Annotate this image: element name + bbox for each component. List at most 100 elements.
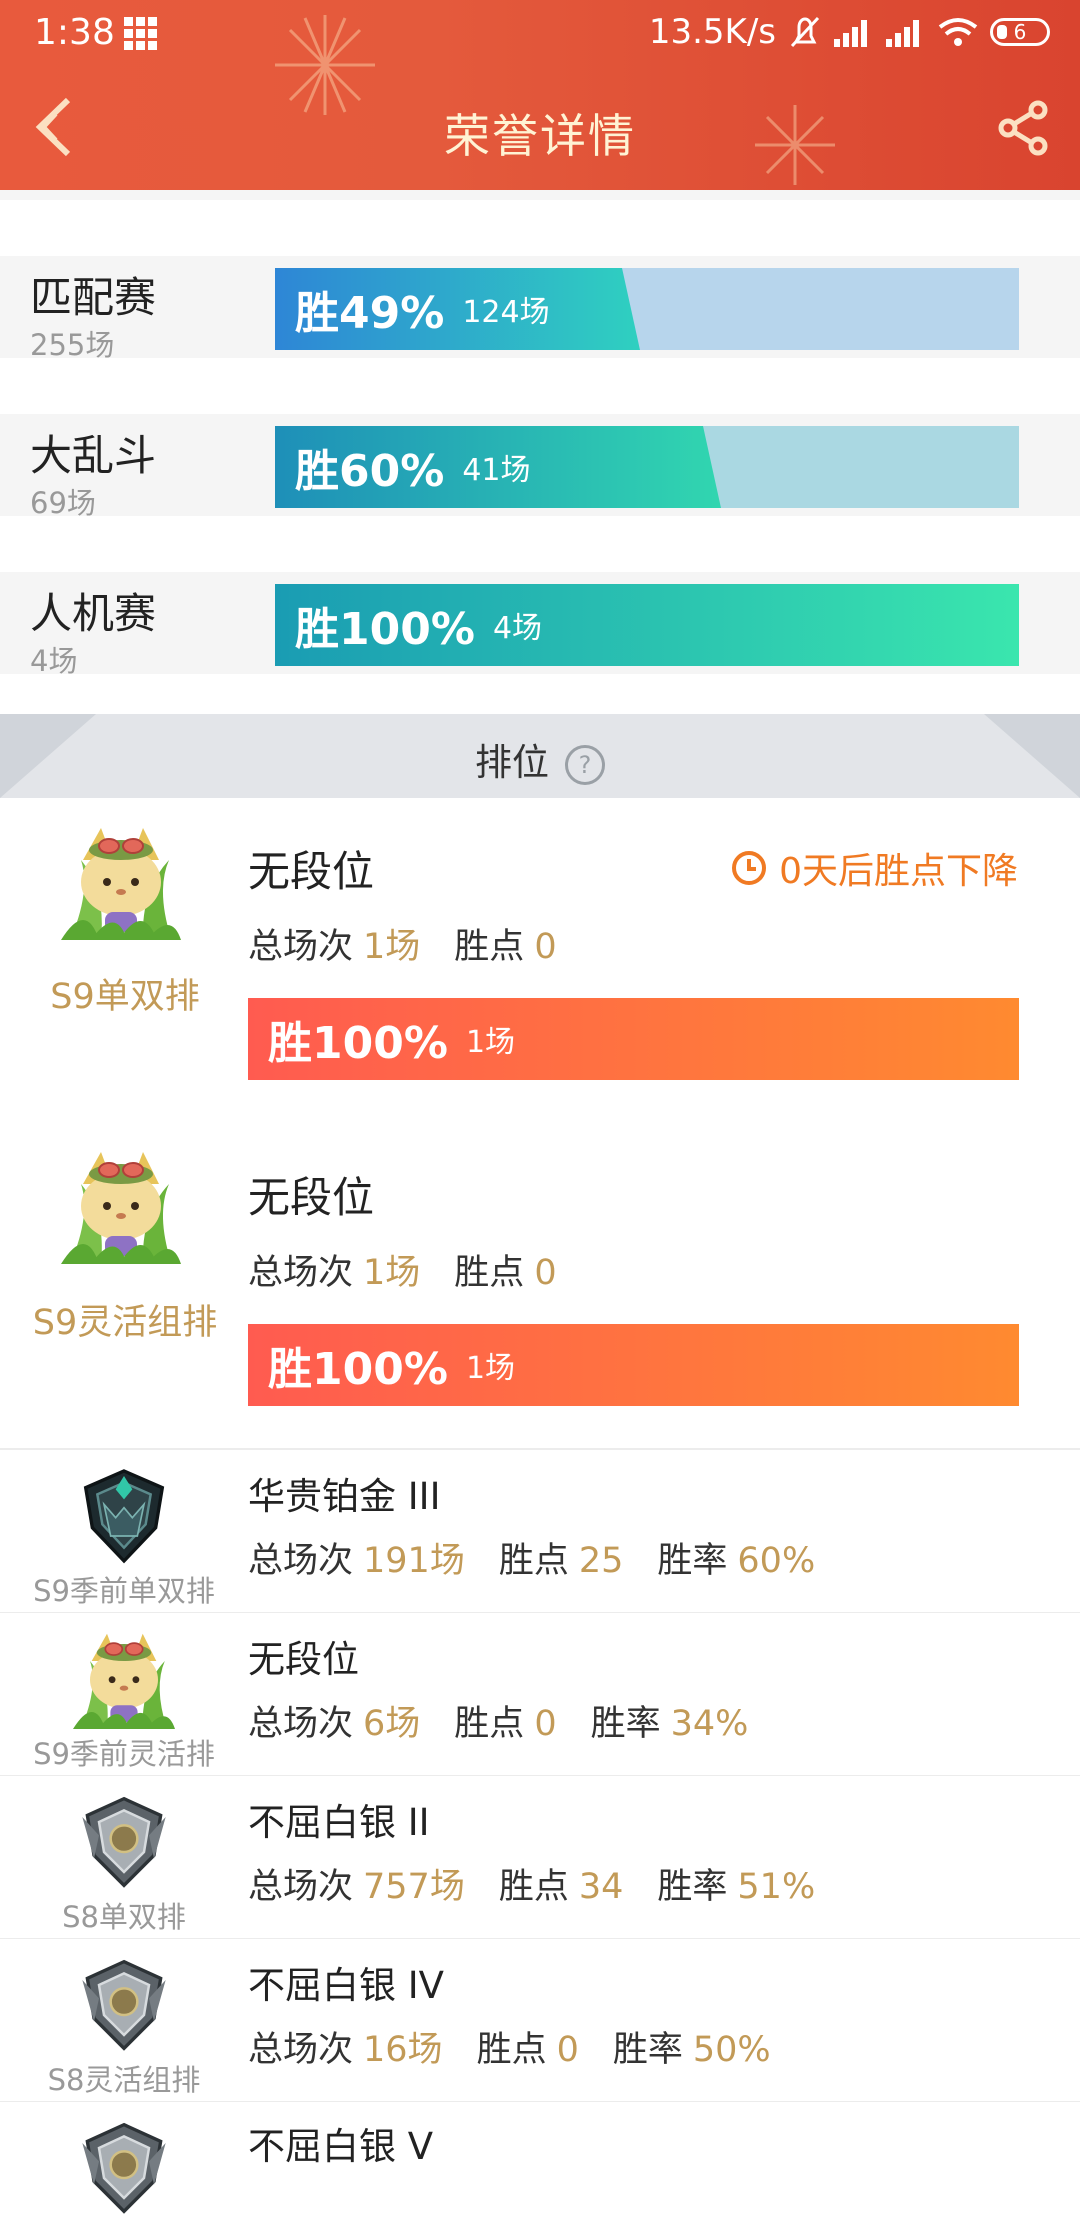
lp-label: 胜点 xyxy=(454,1704,525,1744)
lp-value: 0 xyxy=(556,2030,579,2070)
games-label: 总场次 xyxy=(248,1867,354,1907)
win-rate-bar: 胜100% 4场 xyxy=(275,584,1019,666)
share-icon[interactable] xyxy=(994,98,1054,158)
games-label: 总场次 xyxy=(248,1253,354,1293)
rate-label: 胜率 xyxy=(657,1541,728,1581)
rate-value: 51% xyxy=(737,1867,816,1907)
silver-emblem-icon xyxy=(80,1796,168,1888)
rate-value: 34% xyxy=(670,1704,749,1744)
clock-icon xyxy=(732,851,767,885)
ranked-row[interactable]: S9季前灵活排 无段位 总场次 6场 胜点 0 胜率 34% xyxy=(0,1613,1080,1777)
lp-value: 0 xyxy=(534,1253,557,1293)
win-percent: 胜49% xyxy=(295,288,445,339)
win-percent: 胜100% xyxy=(295,604,475,655)
games-value: 757场 xyxy=(363,1867,465,1907)
queue-name: S8灵活组排 xyxy=(47,2063,201,2097)
win-percent: 胜100% xyxy=(268,1344,448,1395)
status-indicators: 13.5K/s 6 xyxy=(649,12,1050,52)
signal-icon-2 xyxy=(886,20,919,47)
stats-line: 总场次 1场 胜点 0 xyxy=(248,918,591,969)
queue-name: S9季前单双排 xyxy=(33,1574,215,1608)
ranked-row[interactable]: S8灵活组排 不屈白银 IV 总场次 16场 胜点 0 胜率 50% xyxy=(0,1939,1080,2103)
mode-name: 人机赛 xyxy=(30,589,157,638)
mode-row-bots[interactable]: 人机赛 4场 胜100% 4场 xyxy=(0,572,1080,678)
games-label: 总场次 xyxy=(248,1704,354,1744)
status-time: 1:38 xyxy=(34,12,115,53)
stats-line: 总场次 16场 胜点 0 胜率 50% xyxy=(248,2021,805,2072)
lp-value: 25 xyxy=(578,1541,624,1581)
win-rate-bar: 胜49% 124场 xyxy=(275,268,1019,350)
games-value: 1场 xyxy=(363,927,421,967)
win-games: 1场 xyxy=(465,1351,516,1386)
win-percent: 胜60% xyxy=(295,446,445,497)
win-games: 1场 xyxy=(465,1025,516,1060)
rate-value: 50% xyxy=(692,2030,771,2070)
mode-count: 4场 xyxy=(30,644,78,678)
rank-emblem-icon xyxy=(60,1151,182,1264)
lp-label: 胜点 xyxy=(476,2030,547,2070)
win-games: 4场 xyxy=(492,611,543,646)
queue-name: S8单双排 xyxy=(62,1900,186,1934)
mode-count: 69场 xyxy=(30,486,96,520)
ranked-card-solo[interactable]: S9单双排 无段位 0天后胜点下降 总场次 1场 胜点 0 胜100% 1场 xyxy=(0,798,1080,1124)
lp-label: 胜点 xyxy=(498,1541,569,1581)
app-header: 1:38 13.5K/s 6 荣誉详情 xyxy=(0,0,1080,190)
games-label: 总场次 xyxy=(248,927,354,967)
wifi-icon xyxy=(938,18,978,46)
stats-line: 总场次 757场 胜点 34 胜率 51% xyxy=(248,1858,849,1909)
win-percent: 胜100% xyxy=(268,1018,448,1069)
rank-emblem-icon xyxy=(60,827,182,940)
queue-name: S9灵活组排 xyxy=(32,1303,218,1343)
mode-row-matching[interactable]: 匹配赛 255场 胜49% 124场 xyxy=(0,256,1080,362)
platinum-emblem-icon xyxy=(83,1469,165,1563)
decay-text: 0天后胜点下降 xyxy=(779,851,1018,892)
tier-name: 无段位 xyxy=(248,847,375,896)
stats-line: 总场次 1场 胜点 0 xyxy=(248,1244,591,1295)
tier-name: 华贵铂金 III xyxy=(248,1475,441,1518)
rate-value: 60% xyxy=(737,1541,816,1581)
silver-emblem-icon xyxy=(80,1959,168,2050)
battery-icon: 6 xyxy=(990,18,1050,46)
mode-name: 匹配赛 xyxy=(30,273,157,322)
help-icon[interactable]: ? xyxy=(565,744,605,785)
win-rate-bar-rest xyxy=(703,426,1019,508)
mute-bell-icon xyxy=(790,16,820,48)
win-games: 41场 xyxy=(462,453,531,488)
games-value: 1场 xyxy=(363,1253,421,1293)
queue-name: S9季前灵活排 xyxy=(33,1737,215,1771)
win-games: 124场 xyxy=(462,295,550,330)
win-rate-bar-rest xyxy=(622,268,1019,350)
stats-line: 总场次 191场 胜点 25 胜率 60% xyxy=(248,1532,849,1583)
ranked-row[interactable]: S8单双排 不屈白银 II 总场次 757场 胜点 34 胜率 51% xyxy=(0,1776,1080,1940)
lp-decay-notice: 0天后胜点下降 xyxy=(731,842,1018,894)
mode-row-aram[interactable]: 大乱斗 69场 胜60% 41场 xyxy=(0,414,1080,520)
ranked-row[interactable]: 不屈白银 V xyxy=(0,2102,1080,2213)
games-label: 总场次 xyxy=(248,1541,354,1581)
net-speed: 13.5K/s xyxy=(648,12,776,52)
queue-name: S9单双排 xyxy=(50,977,200,1017)
silver-emblem-icon xyxy=(80,2123,168,2213)
rate-label: 胜率 xyxy=(657,1867,728,1907)
lp-value: 34 xyxy=(578,1867,624,1907)
lp-label: 胜点 xyxy=(454,1253,525,1293)
lp-value: 0 xyxy=(534,1704,557,1744)
scrolled-row-fragment xyxy=(0,190,1080,200)
rank-emblem-icon xyxy=(72,1632,176,1729)
rank-section-header: 排位? xyxy=(0,714,1080,798)
games-value: 16场 xyxy=(363,2030,443,2070)
ranked-card-flex[interactable]: S9灵活组排 无段位 总场次 1场 胜点 0 胜100% 1场 xyxy=(0,1122,1080,1450)
games-value: 6场 xyxy=(363,1704,421,1744)
mode-count: 255场 xyxy=(30,328,115,362)
win-rate-bar: 胜100% 1场 xyxy=(248,1324,1019,1406)
tier-name: 不屈白银 II xyxy=(248,1801,430,1844)
lp-label: 胜点 xyxy=(454,927,525,967)
ranked-row[interactable]: S9季前单双排 华贵铂金 III 总场次 191场 胜点 25 胜率 60% xyxy=(0,1450,1080,1614)
status-bar: 1:38 13.5K/s 6 xyxy=(0,0,1080,68)
page-title: 荣誉详情 xyxy=(444,109,636,163)
tier-name: 不屈白银 V xyxy=(248,2125,434,2168)
tier-name: 不屈白银 IV xyxy=(248,1964,444,2007)
rank-section-title: 排位 xyxy=(475,741,549,784)
win-rate-bar: 胜100% 1场 xyxy=(248,998,1019,1080)
app-grid-icon xyxy=(124,17,157,50)
games-value: 191场 xyxy=(363,1541,465,1581)
